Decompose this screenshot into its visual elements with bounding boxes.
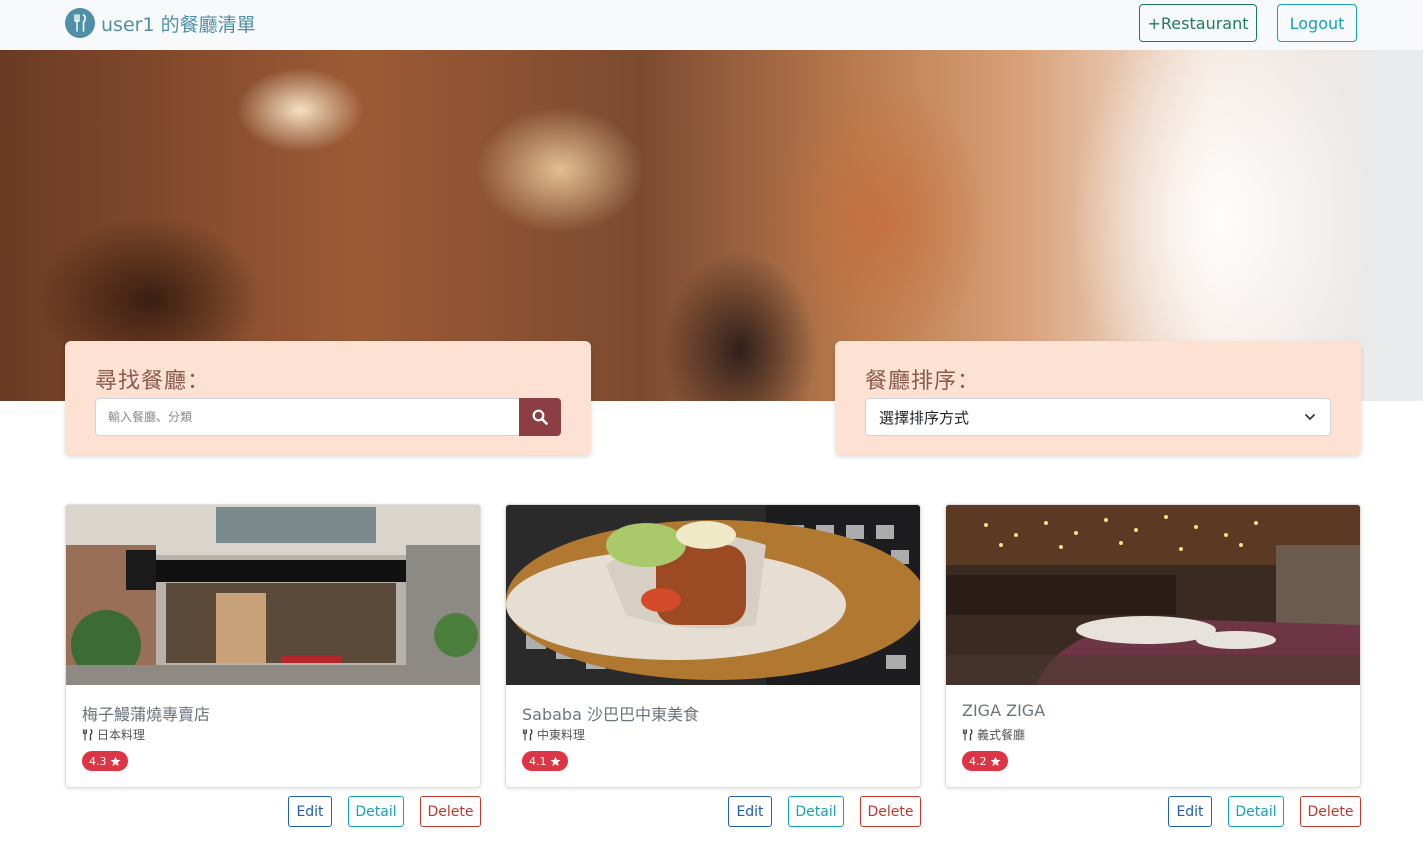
search-button[interactable] [519,398,561,436]
detail-button[interactable]: Detail [348,796,404,827]
rating-value: 4.3 [89,754,107,768]
restaurant-card[interactable]: Sababa 沙巴巴中東美食 中東料理 4.1 [505,504,921,788]
restaurant-name: Sababa 沙巴巴中東美食 [522,705,699,724]
restaurant-card[interactable]: 梅子鰻蒲燒專賣店 日本料理 4.3 [65,504,481,788]
search-input[interactable] [95,398,519,436]
delete-button[interactable]: Delete [420,796,481,827]
restaurant-category-label: 義式餐廳 [977,728,1026,742]
restaurant-image [506,505,920,685]
restaurant-card[interactable]: ZIGA ZIGA 義式餐廳 4.2 [945,504,1361,788]
search-panel: 尋找餐廳： [65,341,591,455]
restaurant-category-label: 日本料理 [97,728,146,742]
logout-button[interactable]: Logout [1277,4,1357,42]
utensils-icon [522,728,533,740]
search-title: 尋找餐廳： [95,369,211,394]
sort-select[interactable]: 選擇排序方式 [865,398,1331,436]
brand[interactable]: user1 的餐廳清單 [65,8,256,38]
rating-badge: 4.3 [82,751,128,771]
rating-value: 4.2 [969,754,987,768]
delete-button[interactable]: Delete [860,796,921,827]
restaurant-image [66,505,480,685]
edit-button[interactable]: Edit [728,796,772,827]
sort-title: 餐廳排序： [865,369,981,394]
rating-value: 4.1 [529,754,547,768]
detail-button[interactable]: Detail [1228,796,1284,827]
restaurant-name: ZIGA ZIGA [962,701,1046,720]
utensils-icon [962,728,973,740]
utensils-icon [82,728,93,740]
sort-selected-value: 選擇排序方式 [879,408,970,427]
star-icon [549,756,561,766]
rating-badge: 4.2 [962,751,1008,771]
restaurant-category: 義式餐廳 [962,726,1025,743]
delete-button[interactable]: Delete [1300,796,1361,827]
restaurant-category: 中東料理 [522,726,585,743]
star-icon [989,756,1001,766]
sort-panel: 餐廳排序： 選擇排序方式 [835,341,1361,455]
add-restaurant-button[interactable]: +Restaurant [1139,4,1257,42]
restaurant-name: 梅子鰻蒲燒專賣店 [82,705,211,724]
star-icon [109,756,121,766]
restaurant-image [946,505,1360,685]
restaurant-category: 日本料理 [82,726,145,743]
search-icon [532,409,548,425]
restaurant-category-label: 中東料理 [537,728,586,742]
utensils-icon [65,8,95,38]
rating-badge: 4.1 [522,751,568,771]
detail-button[interactable]: Detail [788,796,844,827]
edit-button[interactable]: Edit [288,796,332,827]
edit-button[interactable]: Edit [1168,796,1212,827]
chevron-down-icon [1305,414,1315,420]
navbar: user1 的餐廳清單 +Restaurant Logout [0,0,1423,50]
brand-title: user1 的餐廳清單 [101,13,256,36]
